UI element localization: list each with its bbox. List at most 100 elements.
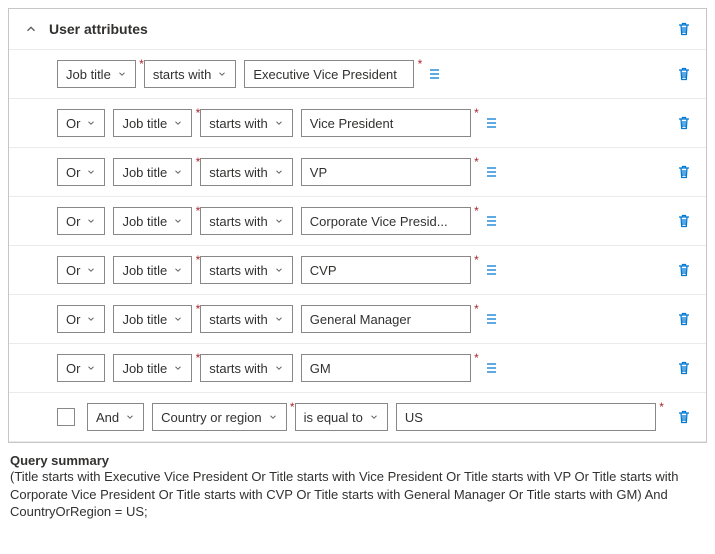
operator-select[interactable]: starts with [200,354,293,382]
delete-row-button[interactable] [672,356,696,380]
connector-select[interactable]: Or [57,305,105,333]
operator-select-label: is equal to [304,410,363,425]
delete-row-button[interactable] [672,405,696,429]
chevron-down-icon [86,265,96,275]
condition-row: Or Job title starts with GM [9,344,706,393]
panel-header: User attributes [9,9,706,50]
connector-label: Or [66,312,80,327]
condition-row: Or Job title starts with Vice President [9,99,706,148]
list-edit-button[interactable] [479,307,503,331]
attribute-select[interactable]: Job title [113,354,192,382]
attribute-select[interactable]: Job title [113,109,192,137]
attribute-select-label: Job title [122,361,167,376]
operator-select[interactable]: is equal to [295,403,388,431]
chevron-down-icon [173,118,183,128]
attribute-select-label: Job title [66,67,111,82]
list-edit-button[interactable] [479,111,503,135]
condition-row: Or Job title starts with General Manager [9,295,706,344]
connector-label: Or [66,361,80,376]
delete-row-button[interactable] [672,258,696,282]
list-edit-button[interactable] [479,258,503,282]
operator-select-label: starts with [209,214,268,229]
operator-select-label: starts with [209,263,268,278]
chevron-down-icon [117,69,127,79]
attribute-select[interactable]: Job title [113,305,192,333]
delete-section-button[interactable] [672,17,696,41]
attribute-select-label: Job title [122,116,167,131]
value-input[interactable]: Executive Vice President [244,60,414,88]
list-edit-button[interactable] [422,62,446,86]
value-input[interactable]: General Manager [301,305,471,333]
chevron-down-icon [173,167,183,177]
chevron-down-icon [274,118,284,128]
operator-select-label: starts with [209,361,268,376]
chevron-down-icon [369,412,379,422]
value-input[interactable]: Corporate Vice Presid... [301,207,471,235]
condition-row-country: And Country or region is equal to US [9,393,706,442]
operator-select[interactable]: starts with [200,207,293,235]
connector-select[interactable]: Or [57,109,105,137]
operator-select-label: starts with [209,312,268,327]
operator-select[interactable]: starts with [200,158,293,186]
attribute-select-label: Job title [122,214,167,229]
attribute-select-label: Country or region [161,410,261,425]
value-input[interactable]: CVP [301,256,471,284]
attribute-select[interactable]: Job title [113,207,192,235]
connector-select[interactable]: Or [57,354,105,382]
attribute-select-label: Job title [122,312,167,327]
chevron-down-icon [173,314,183,324]
collapse-icon[interactable] [19,17,43,41]
connector-select[interactable]: Or [57,256,105,284]
condition-row: Or Job title starts with VP [9,148,706,197]
operator-select-label: starts with [209,116,268,131]
condition-row: Or Job title starts with Corporate Vice … [9,197,706,246]
delete-row-button[interactable] [672,160,696,184]
operator-select[interactable]: starts with [200,256,293,284]
delete-row-button[interactable] [672,307,696,331]
chevron-down-icon [274,216,284,226]
user-attributes-panel: User attributes Job title starts with Ex… [8,8,707,443]
connector-label: Or [66,214,80,229]
operator-select[interactable]: starts with [200,109,293,137]
list-edit-button[interactable] [479,209,503,233]
delete-row-button[interactable] [672,62,696,86]
operator-select[interactable]: starts with [144,60,237,88]
list-edit-button[interactable] [479,356,503,380]
group-checkbox[interactable] [57,408,75,426]
query-summary-section: Query summary (Title starts with Executi… [8,443,707,525]
attribute-select[interactable]: Job title [113,256,192,284]
chevron-down-icon [173,216,183,226]
connector-select[interactable]: And [87,403,144,431]
panel-title: User attributes [49,21,672,37]
delete-row-button[interactable] [672,209,696,233]
query-summary-text: (Title starts with Executive Vice Presid… [10,468,705,521]
connector-select[interactable]: Or [57,158,105,186]
attribute-select[interactable]: Job title [57,60,136,88]
chevron-down-icon [125,412,135,422]
attribute-select[interactable]: Country or region [152,403,286,431]
query-summary-title: Query summary [10,453,705,468]
attribute-select[interactable]: Job title [113,158,192,186]
chevron-down-icon [173,363,183,373]
condition-row: Or Job title starts with CVP [9,246,706,295]
value-input[interactable]: VP [301,158,471,186]
chevron-down-icon [274,265,284,275]
list-edit-button[interactable] [479,160,503,184]
operator-select-label: starts with [153,67,212,82]
delete-row-button[interactable] [672,111,696,135]
chevron-down-icon [86,167,96,177]
operator-select-label: starts with [209,165,268,180]
value-input[interactable]: Vice President [301,109,471,137]
connector-select[interactable]: Or [57,207,105,235]
chevron-down-icon [217,69,227,79]
attribute-select-label: Job title [122,263,167,278]
chevron-down-icon [86,216,96,226]
value-input[interactable]: GM [301,354,471,382]
chevron-down-icon [274,314,284,324]
attribute-select-label: Job title [122,165,167,180]
connector-label: Or [66,116,80,131]
value-input[interactable]: US [396,403,656,431]
operator-select[interactable]: starts with [200,305,293,333]
chevron-down-icon [274,167,284,177]
chevron-down-icon [86,314,96,324]
